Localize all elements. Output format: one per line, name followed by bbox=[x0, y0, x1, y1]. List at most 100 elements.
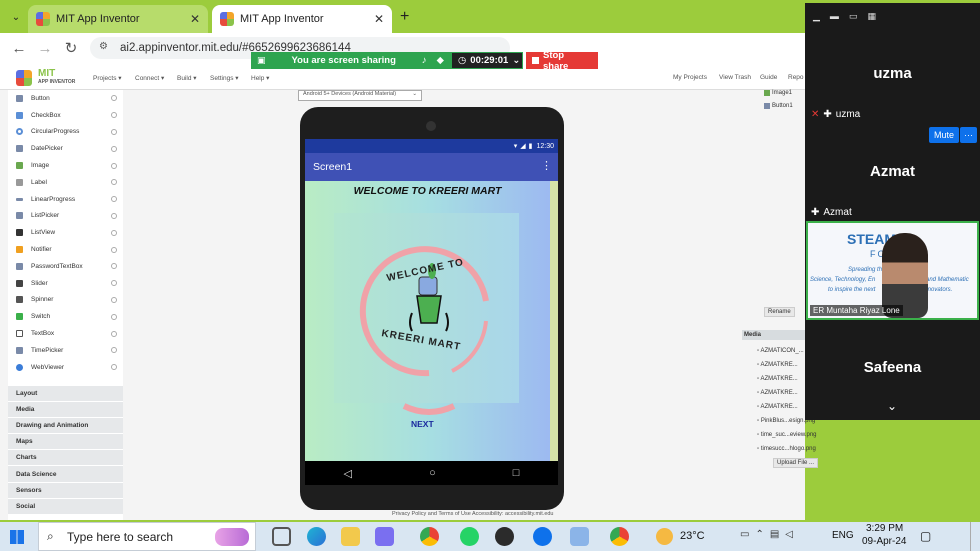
palette-item-textbox[interactable]: TextBox bbox=[8, 325, 123, 342]
media-player-icon[interactable] bbox=[495, 527, 514, 546]
tree-item-button1[interactable]: Button1 bbox=[764, 103, 793, 109]
palette-item-label[interactable]: Label bbox=[8, 174, 123, 191]
notification-icon[interactable]: ▢ bbox=[920, 529, 931, 543]
gallery-view-icon[interactable]: ▦ bbox=[867, 11, 876, 22]
share-timer[interactable]: ◷ 00:29:01 ⌄ bbox=[451, 52, 523, 69]
help-icon[interactable] bbox=[111, 128, 117, 135]
menu-projects[interactable]: Projects ▾ bbox=[93, 74, 122, 82]
app-inventor-logo[interactable]: MIT APP INVENTOR bbox=[16, 68, 76, 88]
help-icon[interactable] bbox=[111, 112, 117, 119]
category-social[interactable]: Social bbox=[8, 497, 123, 515]
help-icon[interactable] bbox=[111, 296, 117, 303]
help-icon[interactable] bbox=[111, 313, 117, 320]
category-maps[interactable]: Maps bbox=[8, 433, 123, 450]
task-view-icon[interactable] bbox=[272, 527, 291, 546]
zoom-icon[interactable] bbox=[533, 527, 552, 546]
palette-item-linearprogress[interactable]: LinearProgress bbox=[8, 191, 123, 208]
palette-item-checkbox[interactable]: CheckBox bbox=[8, 107, 123, 124]
site-info-icon[interactable]: ⚙ bbox=[99, 41, 108, 52]
media-item[interactable]: ▫ AZMATKRE... bbox=[757, 404, 807, 418]
palette-item-webviewer[interactable]: WebViewer bbox=[8, 359, 123, 376]
help-icon[interactable] bbox=[111, 263, 117, 270]
media-item[interactable]: ▫ AZMATKRE... bbox=[757, 390, 807, 404]
help-icon[interactable] bbox=[111, 246, 117, 253]
clock-time[interactable]: 3:29 PM bbox=[866, 523, 903, 534]
recents-square-icon[interactable]: □ bbox=[513, 467, 520, 479]
temperature[interactable]: 23°C bbox=[680, 530, 705, 542]
back-arrow-icon[interactable]: ← bbox=[6, 36, 32, 60]
reload-icon[interactable]: ↻ bbox=[58, 36, 84, 60]
palette-item-notifier[interactable]: Notifier bbox=[8, 241, 123, 258]
language[interactable]: ENG bbox=[832, 530, 854, 541]
help-icon[interactable] bbox=[111, 212, 117, 219]
menu-guide[interactable]: Guide bbox=[760, 74, 777, 81]
browser-tab-2-active[interactable]: MIT App Inventor ✕ bbox=[212, 5, 392, 33]
next-button[interactable]: NEXT bbox=[411, 419, 434, 429]
chrome-icon-2[interactable] bbox=[610, 527, 629, 546]
category-charts[interactable]: Charts bbox=[8, 449, 123, 466]
menu-my-projects[interactable]: My Projects bbox=[673, 74, 707, 81]
tab-search-icon[interactable]: ⌄ bbox=[8, 9, 24, 25]
close-tab-icon[interactable]: ✕ bbox=[374, 12, 384, 26]
speaker-view-icon[interactable]: ▭ bbox=[849, 11, 858, 22]
close-tab-icon[interactable]: ✕ bbox=[190, 12, 200, 26]
palette-item-circularprogress[interactable]: CircularProgress bbox=[8, 124, 123, 141]
help-icon[interactable] bbox=[111, 364, 117, 371]
tray-icons[interactable]: ▭⌃▤◁ bbox=[740, 529, 799, 540]
media-item[interactable]: ▫ time_suc...eview.png bbox=[757, 432, 817, 446]
overflow-menu-icon[interactable]: ⋮ bbox=[541, 159, 552, 172]
menu-settings[interactable]: Settings ▾ bbox=[210, 74, 239, 82]
category-media[interactable]: Media bbox=[8, 400, 123, 417]
help-icon[interactable] bbox=[111, 95, 117, 102]
palette-item-slider[interactable]: Slider bbox=[8, 275, 123, 292]
new-tab-button[interactable]: + bbox=[400, 8, 409, 26]
file-explorer-icon[interactable] bbox=[341, 527, 360, 546]
home-circle-icon[interactable]: ○ bbox=[429, 467, 436, 479]
back-triangle-icon[interactable]: ◁ bbox=[344, 467, 352, 480]
whatsapp-icon[interactable] bbox=[460, 527, 479, 546]
store-icon[interactable] bbox=[375, 527, 394, 546]
minimize-icon[interactable]: ▁ bbox=[813, 11, 820, 22]
device-size-select[interactable]: Android 5+ Devices (Android Material) ⌄ bbox=[298, 90, 422, 101]
app-icon[interactable] bbox=[570, 527, 589, 546]
help-icon[interactable] bbox=[111, 280, 117, 287]
palette-item-datepicker[interactable]: DatePicker bbox=[8, 140, 123, 157]
browser-tab-1[interactable]: MIT App Inventor ✕ bbox=[28, 5, 208, 33]
clock-date[interactable]: 09-Apr-24 bbox=[862, 536, 906, 547]
media-item[interactable]: ▫ AZMATKRE... bbox=[757, 362, 807, 376]
palette-item-listpicker[interactable]: ListPicker bbox=[8, 208, 123, 225]
palette-item-image[interactable]: Image bbox=[8, 157, 123, 174]
help-icon[interactable] bbox=[111, 347, 117, 354]
palette-item-timepicker[interactable]: TimePicker bbox=[8, 342, 123, 359]
media-item[interactable]: ▫ AZMATKRE... bbox=[757, 376, 807, 390]
category-data-science[interactable]: Data Science bbox=[8, 465, 123, 482]
help-icon[interactable] bbox=[111, 229, 117, 236]
media-item[interactable]: ▫ AZMATICON_... bbox=[757, 348, 807, 362]
show-desktop[interactable] bbox=[970, 522, 974, 551]
menu-report[interactable]: Repo bbox=[788, 74, 804, 81]
help-icon[interactable] bbox=[111, 162, 117, 169]
edge-icon[interactable] bbox=[307, 527, 326, 546]
palette-item-button[interactable]: Button bbox=[8, 90, 123, 107]
rename-button[interactable]: Rename bbox=[764, 307, 795, 317]
upload-file-button[interactable]: Upload File ... bbox=[773, 458, 819, 468]
single-view-icon[interactable]: ▬ bbox=[830, 11, 839, 22]
help-icon[interactable] bbox=[111, 179, 117, 186]
forward-arrow-icon[interactable]: → bbox=[32, 36, 58, 60]
menu-help[interactable]: Help ▾ bbox=[251, 74, 269, 82]
help-icon[interactable] bbox=[111, 145, 117, 152]
tree-item-image1[interactable]: Image1 bbox=[764, 90, 792, 96]
palette-item-spinner[interactable]: Spinner bbox=[8, 292, 123, 309]
category-layout[interactable]: Layout bbox=[8, 384, 123, 401]
footer-links[interactable]: Privacy Policy and Terms of Use Accessib… bbox=[392, 511, 554, 517]
palette-item-switch[interactable]: Switch bbox=[8, 308, 123, 325]
chrome-icon[interactable] bbox=[420, 527, 439, 546]
scroll-down-icon[interactable]: ⌄ bbox=[887, 399, 897, 413]
media-item[interactable]: ▫ PinkBlus...esign.png bbox=[757, 418, 815, 432]
palette-item-listview[interactable]: ListView bbox=[8, 224, 123, 241]
stop-share-button[interactable]: Stop share bbox=[526, 50, 598, 72]
windows-start-icon[interactable] bbox=[10, 530, 24, 544]
menu-connect[interactable]: Connect ▾ bbox=[135, 74, 164, 82]
menu-view-trash[interactable]: View Trash bbox=[719, 74, 751, 81]
category-sensors[interactable]: Sensors bbox=[8, 481, 123, 498]
